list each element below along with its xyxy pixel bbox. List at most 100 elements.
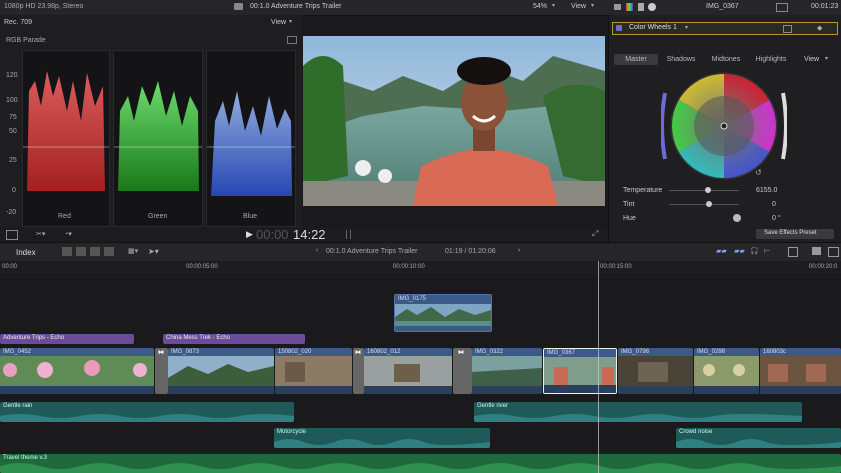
chevron-down-icon: ▾: [289, 19, 293, 25]
transition[interactable]: ⧓: [353, 348, 364, 394]
skimming-icon[interactable]: ▰▰: [716, 247, 727, 255]
audio-clip[interactable]: Gentle rain: [0, 402, 294, 422]
rec-label: Rec. 709: [4, 19, 33, 26]
playhead-timecode: 14:22: [293, 227, 326, 242]
audio-video-icon[interactable]: ▦▾: [128, 247, 138, 255]
clip-label: IMG_0175: [398, 296, 427, 302]
film-strip-icon: [776, 3, 788, 12]
audio-clip[interactable]: Motorcycle: [274, 428, 490, 448]
audio-clip[interactable]: Gentle river: [474, 402, 802, 422]
diamond-icon[interactable]: ◆: [817, 24, 822, 32]
primary-storyline[interactable]: IMG_0452 ⧓ IMG_0873 150802_020 ⧓ 160802_…: [0, 348, 841, 396]
slider-knob[interactable]: [705, 187, 711, 193]
play-icon[interactable]: ▶: [246, 229, 253, 240]
hue-dial-icon[interactable]: [733, 214, 741, 222]
channel-label: Green: [148, 213, 168, 220]
append-icon[interactable]: [90, 247, 100, 256]
snapping-icon[interactable]: ⊢: [764, 247, 770, 255]
info-icon[interactable]: [648, 3, 656, 11]
timecode-dim: 00:00: [256, 227, 289, 242]
fullscreen-icon[interactable]: ⤢: [592, 229, 598, 239]
timeline-tracks[interactable]: IMG_0175 Adventure Trips - Echo China Me…: [0, 261, 841, 473]
save-preset-label: Save Effects Preset: [764, 230, 817, 236]
timeline-duration: 01:19 / 01:20:06: [445, 248, 496, 255]
mask-icon[interactable]: [783, 25, 792, 33]
tint-slider[interactable]: [669, 204, 739, 205]
tools-icon[interactable]: ✂▾: [36, 230, 45, 238]
playhead[interactable]: [598, 261, 599, 473]
transitions-browser-icon[interactable]: [828, 247, 839, 257]
clip-name: IMG_0367: [706, 3, 739, 10]
zoom-menu[interactable]: 54%: [533, 3, 547, 10]
top-toolbar: 1080p HD 23.98p, Stereo 00:1.0 Adventure…: [0, 0, 841, 16]
transition[interactable]: ⧓: [453, 348, 472, 394]
divider: [350, 230, 351, 239]
clip-appearance-icon[interactable]: [788, 247, 798, 257]
clip-label: 160803c: [763, 349, 787, 355]
param-label: Tint: [623, 201, 635, 208]
view-menu[interactable]: View: [571, 3, 586, 10]
color-inspector: Color Wheels 1 ▾ ◆ Master Shadows Midton…: [608, 15, 841, 242]
connected-clip[interactable]: IMG_0175: [394, 294, 492, 332]
ruler-label: 00:00:05:00: [186, 264, 218, 270]
video-clip[interactable]: IMG_0798: [618, 348, 693, 394]
effect-header[interactable]: Color Wheels 1 ▾ ◆: [612, 22, 838, 35]
settings-icon[interactable]: [287, 36, 297, 44]
audio-skimming-icon[interactable]: ▰▰: [734, 247, 745, 255]
slider-knob[interactable]: [706, 201, 712, 207]
ruler-label: 00:00: [2, 264, 18, 270]
effects-browser-icon[interactable]: [812, 247, 821, 255]
timecode: 00:01:23: [811, 3, 839, 10]
save-effects-preset-button[interactable]: Save Effects Preset: [756, 229, 834, 239]
inspector-view-menu[interactable]: View: [804, 56, 819, 63]
tab-master[interactable]: Master: [614, 54, 658, 65]
audio-clip[interactable]: Crowd noise: [676, 428, 841, 448]
title-clip[interactable]: China Mess Trek - Echo: [163, 334, 305, 344]
title-clip[interactable]: Adventure Trips - Echo: [0, 334, 134, 344]
color-icon[interactable]: [626, 3, 633, 11]
back-arrow-icon[interactable]: ‹: [316, 247, 318, 254]
clip-label: 150802_020: [278, 349, 312, 355]
selected-video-clip[interactable]: IMG_0367: [543, 348, 617, 394]
music-clip[interactable]: Travel theme v.3: [0, 454, 841, 473]
channel-label: Blue: [243, 213, 258, 220]
clip-label: Gentle river: [477, 403, 509, 409]
layout-icon[interactable]: [6, 230, 18, 240]
param-label: Hue: [623, 215, 636, 222]
clip-label: IMG_0798: [621, 349, 650, 355]
param-value[interactable]: 0 °: [772, 215, 781, 222]
video-clip[interactable]: IMG_0298: [694, 348, 759, 394]
video-viewer[interactable]: [303, 36, 605, 206]
video-clip[interactable]: 160802_012: [364, 348, 452, 394]
chevron-down-icon: ▾: [552, 3, 556, 9]
solo-icon[interactable]: 🎧: [750, 247, 759, 255]
connect-icon[interactable]: [62, 247, 72, 256]
video-clip[interactable]: 150802_020: [275, 348, 352, 394]
select-tool-icon[interactable]: ➤▾: [148, 247, 159, 256]
transition[interactable]: ⧓: [155, 348, 168, 394]
forward-arrow-icon[interactable]: ›: [518, 247, 520, 254]
temperature-slider[interactable]: [669, 190, 739, 191]
chevron-down-icon: ▾: [685, 25, 689, 31]
video-clip[interactable]: 160803c: [760, 348, 841, 394]
reset-icon[interactable]: ↺: [755, 168, 762, 177]
insert-icon[interactable]: [76, 247, 86, 256]
video-clip[interactable]: IMG_0322: [472, 348, 542, 394]
format-label: 1080p HD 23.98p, Stereo: [4, 3, 84, 10]
video-clip[interactable]: IMG_0452: [0, 348, 154, 394]
video-clip[interactable]: IMG_0873: [168, 348, 274, 394]
param-value[interactable]: 0: [772, 201, 776, 208]
timeline-ruler[interactable]: 00:00 00:00:05:00 00:00:10:00 00:00:15:0…: [0, 261, 841, 274]
speed-icon[interactable]: ◔▾: [64, 230, 72, 238]
y-tick: -20: [6, 209, 17, 216]
audio-icon[interactable]: [638, 3, 644, 11]
film-icon[interactable]: [614, 4, 621, 10]
scopes-view-menu[interactable]: View: [271, 19, 286, 26]
param-value[interactable]: 6155.0: [756, 187, 777, 194]
checkbox[interactable]: [616, 25, 622, 31]
color-wheel[interactable]: [661, 63, 787, 189]
overwrite-icon[interactable]: [104, 247, 114, 256]
index-button[interactable]: Index: [16, 248, 36, 257]
chevron-down-icon: ▾: [591, 3, 595, 9]
clip-label: IMG_0873: [171, 349, 200, 355]
